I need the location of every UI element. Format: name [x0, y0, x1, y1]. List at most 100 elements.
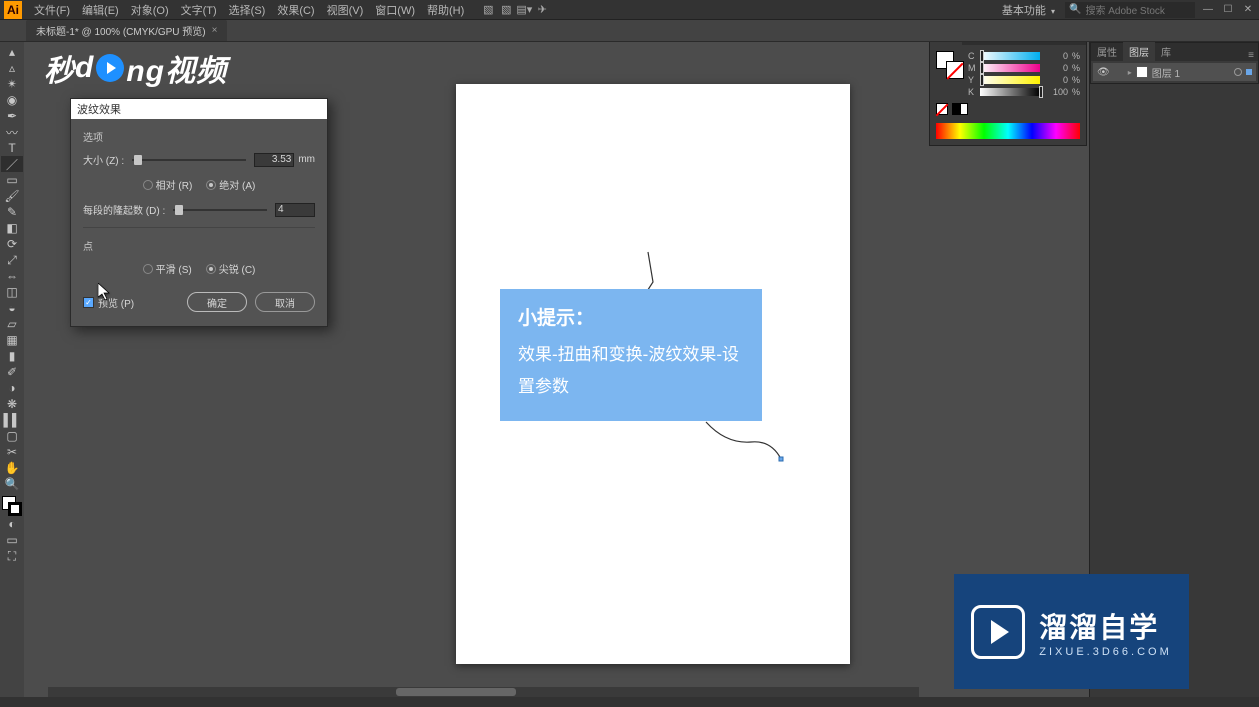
- target-icon[interactable]: [1234, 68, 1242, 76]
- tab-color[interactable]: 颜色: [930, 42, 962, 45]
- radio-corner[interactable]: 尖锐 (C): [206, 261, 256, 276]
- fill-stroke-swatch[interactable]: [2, 496, 22, 516]
- menu-view[interactable]: 视图(V): [321, 0, 370, 20]
- stroke-none-icon: [946, 61, 964, 79]
- twirl-icon[interactable]: ▸: [1128, 68, 1132, 77]
- tab-color-guide[interactable]: 颜色参考: [962, 42, 1014, 45]
- rotate-tool[interactable]: ⟳: [1, 236, 23, 252]
- radio-absolute[interactable]: 绝对 (A): [206, 177, 255, 192]
- selection-tool[interactable]: ▴: [1, 44, 23, 60]
- size-slider[interactable]: [132, 159, 246, 161]
- panel-menu-icon[interactable]: ≡: [1244, 50, 1258, 61]
- visibility-icon[interactable]: 👁: [1097, 67, 1110, 78]
- radio-smooth[interactable]: 平滑 (S): [143, 261, 192, 276]
- stock-search-placeholder: 搜索 Adobe Stock: [1085, 2, 1164, 17]
- slider-yellow: Y 0 %: [968, 75, 1080, 85]
- tab-layers[interactable]: 图层: [1123, 42, 1155, 61]
- canvas-area[interactable]: 秒 d ng视频 波纹效果 选项 大小 (Z) : mm: [24, 42, 1089, 697]
- black-value[interactable]: 100: [1044, 87, 1068, 97]
- radio-relative[interactable]: 相对 (R): [143, 177, 193, 192]
- screen-mode-toggle[interactable]: ⛶: [1, 548, 23, 564]
- paintbrush-tool[interactable]: 🖌: [1, 188, 23, 204]
- type-tool[interactable]: T: [1, 140, 23, 156]
- paperplane-icon[interactable]: ✈: [534, 2, 550, 18]
- ridges-slider[interactable]: [173, 209, 267, 211]
- hand-tool[interactable]: ✋: [1, 460, 23, 476]
- tab-libraries[interactable]: 库: [1155, 42, 1177, 61]
- menu-file[interactable]: 文件(F): [28, 0, 76, 20]
- slice-tool[interactable]: ✂: [1, 444, 23, 460]
- cyan-value[interactable]: 0: [1044, 51, 1068, 61]
- ok-button[interactable]: 确定: [187, 292, 247, 312]
- menu-help[interactable]: 帮助(H): [421, 0, 470, 20]
- lasso-tool[interactable]: ◉: [1, 92, 23, 108]
- column-graph-tool[interactable]: ▌▌: [1, 412, 23, 428]
- none-color-icon[interactable]: [936, 103, 948, 115]
- scrollbar-thumb[interactable]: [396, 688, 516, 696]
- horizontal-scrollbar[interactable]: [48, 687, 919, 697]
- magic-wand-tool[interactable]: ✴: [1, 76, 23, 92]
- black-slider[interactable]: [980, 88, 1040, 96]
- cancel-button[interactable]: 取消: [255, 292, 315, 312]
- dialog-title[interactable]: 波纹效果: [71, 99, 327, 119]
- scale-tool[interactable]: ⤢: [1, 252, 23, 268]
- artboard[interactable]: 小提示： 效果-扭曲和变换-波纹效果-设置参数: [456, 84, 850, 664]
- eyedropper-tool[interactable]: ✐: [1, 364, 23, 380]
- pen-tool[interactable]: ✒: [1, 108, 23, 124]
- window-minimize[interactable]: —: [1201, 3, 1215, 17]
- tab-properties[interactable]: 属性: [1091, 42, 1123, 61]
- stock-search[interactable]: 🔍 搜索 Adobe Stock: [1065, 2, 1195, 18]
- shape-builder-tool[interactable]: ◒: [1, 300, 23, 316]
- spectrum-picker[interactable]: [936, 123, 1080, 139]
- width-tool[interactable]: ⇔: [1, 268, 23, 284]
- line-segment-tool[interactable]: ／: [1, 156, 23, 172]
- artboard-tool[interactable]: ▢: [1, 428, 23, 444]
- rectangle-tool[interactable]: ▭: [1, 172, 23, 188]
- fill-stroke-indicator[interactable]: [936, 51, 964, 79]
- draw-mode-toggle[interactable]: ▭: [1, 532, 23, 548]
- radio-off-icon: [143, 180, 153, 190]
- brand-overlay-logo: 秒 d ng视频: [44, 46, 227, 90]
- preview-label: 预览 (P): [98, 295, 134, 310]
- panel-menu-icon[interactable]: ≡: [1072, 42, 1086, 45]
- gradient-tool[interactable]: ▮: [1, 348, 23, 364]
- window-close[interactable]: ✕: [1241, 3, 1255, 17]
- size-unit: mm: [298, 154, 315, 165]
- doc-icon[interactable]: ▧: [480, 2, 496, 18]
- size-mode-radios: 相对 (R) 绝对 (A): [83, 177, 315, 192]
- mesh-tool[interactable]: ▦: [1, 332, 23, 348]
- document-tab[interactable]: 未标题-1* @ 100% (CMYK/GPU 预览) ×: [26, 20, 227, 41]
- eraser-tool[interactable]: ◧: [1, 220, 23, 236]
- perspective-grid-tool[interactable]: ▱: [1, 316, 23, 332]
- size-input[interactable]: [254, 153, 294, 167]
- menu-object[interactable]: 对象(O): [125, 0, 175, 20]
- layer-row[interactable]: 👁 ▸ 图层 1: [1093, 63, 1256, 81]
- yellow-slider[interactable]: [980, 76, 1040, 84]
- menu-edit[interactable]: 编辑(E): [76, 0, 125, 20]
- close-icon[interactable]: ×: [212, 25, 218, 36]
- zoom-tool[interactable]: 🔍: [1, 476, 23, 492]
- menu-type[interactable]: 文字(T): [175, 0, 223, 20]
- menu-select[interactable]: 选择(S): [223, 0, 272, 20]
- menu-effect[interactable]: 效果(C): [271, 0, 320, 20]
- bw-swatch[interactable]: [952, 103, 968, 115]
- blend-tool[interactable]: ◑: [1, 380, 23, 396]
- direct-selection-tool[interactable]: ▵: [1, 60, 23, 76]
- magenta-value[interactable]: 0: [1044, 63, 1068, 73]
- yellow-value[interactable]: 0: [1044, 75, 1068, 85]
- shaper-tool[interactable]: ✎: [1, 204, 23, 220]
- workspace-switcher[interactable]: 基本功能 ▾: [998, 0, 1059, 20]
- ridges-input[interactable]: [275, 203, 315, 217]
- symbol-sprayer-tool[interactable]: ❋: [1, 396, 23, 412]
- magenta-slider[interactable]: [980, 64, 1040, 72]
- curvature-tool[interactable]: 〰: [1, 124, 23, 140]
- preview-checkbox[interactable]: ✓ 预览 (P): [83, 295, 134, 310]
- free-transform-tool[interactable]: ◫: [1, 284, 23, 300]
- color-mode-toggle[interactable]: ◐: [1, 516, 23, 532]
- arrange-icon[interactable]: ▤▾: [516, 2, 532, 18]
- window-maximize[interactable]: ☐: [1221, 3, 1235, 17]
- doc-icon-2[interactable]: ▧: [498, 2, 514, 18]
- menu-window[interactable]: 窗口(W): [369, 0, 421, 20]
- cyan-slider[interactable]: [980, 52, 1040, 60]
- layer-name[interactable]: 图层 1: [1152, 65, 1230, 80]
